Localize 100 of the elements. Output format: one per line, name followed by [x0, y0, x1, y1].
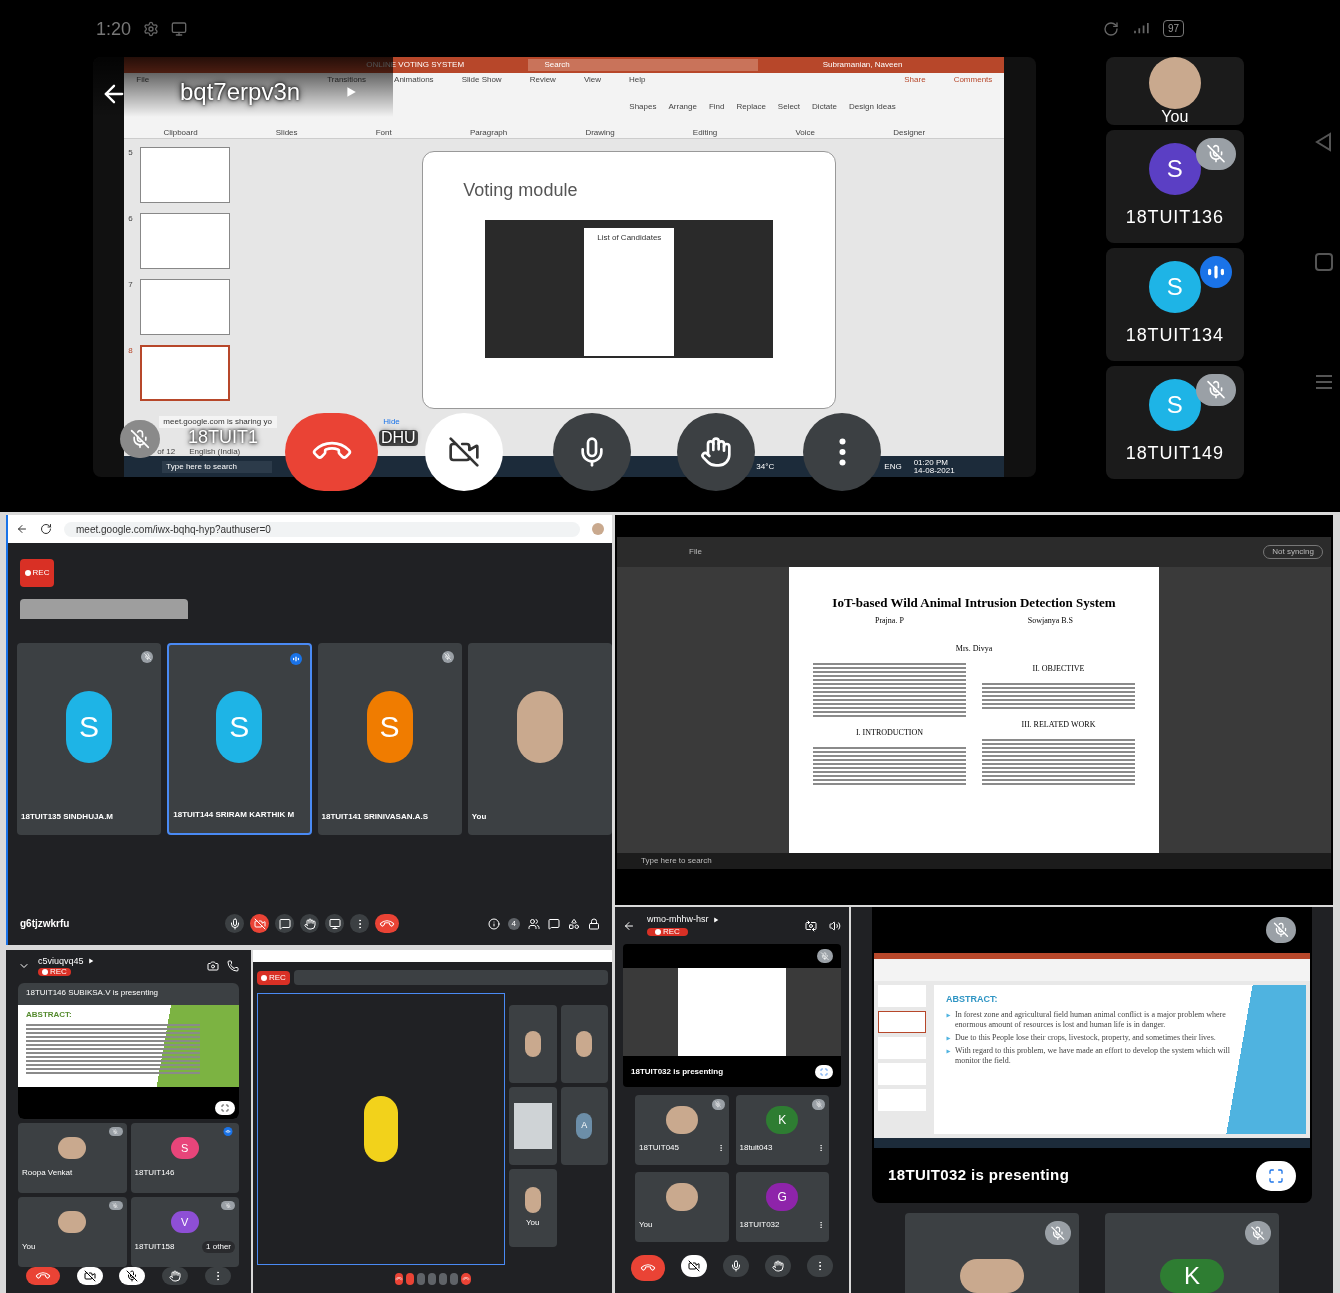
ribbon-tab[interactable]: File [136, 74, 150, 86]
back-icon[interactable] [16, 523, 28, 535]
camera-off-button[interactable] [250, 914, 269, 933]
participant-tile[interactable]: S 18TUIT144 SRIRAM KARTHIK M [167, 643, 312, 835]
ribbon-button[interactable]: Replace [736, 101, 766, 113]
back-arrow-icon[interactable] [623, 919, 635, 932]
search-field[interactable]: Type here to search [162, 460, 273, 473]
chat-icon[interactable] [548, 917, 560, 930]
ribbon-tab[interactable]: Help [629, 74, 646, 86]
participant-tile[interactable] [560, 1005, 608, 1083]
microphone-button[interactable] [225, 914, 244, 933]
captions-button[interactable] [275, 914, 294, 933]
meeting-code[interactable]: wmo-mhhw-hsr [647, 915, 709, 924]
participant-tile[interactable]: You [635, 1172, 729, 1242]
participant-tile[interactable]: You [1105, 57, 1244, 125]
back-triangle-icon[interactable] [1314, 132, 1334, 152]
end-call-button[interactable] [460, 1273, 471, 1285]
ribbon-tab[interactable]: Animations [394, 74, 434, 86]
participant-tile[interactable]: 18TUIT045 [635, 1095, 729, 1165]
info-icon[interactable] [487, 917, 500, 930]
camera-off-button[interactable] [681, 1255, 707, 1277]
participant-tile[interactable] [509, 1005, 557, 1083]
ribbon-button[interactable]: Select [777, 101, 801, 113]
caret-icon[interactable] [87, 958, 94, 965]
camera-off-button[interactable] [76, 1267, 103, 1285]
participant-tile[interactable]: You [18, 1197, 127, 1267]
reload-icon[interactable] [40, 523, 52, 535]
phone-icon[interactable] [227, 960, 239, 973]
end-call-button[interactable] [375, 914, 399, 933]
more-icon[interactable] [817, 1221, 825, 1229]
participant-tile[interactable] [509, 1087, 557, 1165]
participant-tile[interactable]: K [1105, 1213, 1279, 1293]
participant-tile[interactable]: S 18TUIT135 SINDHUJA.M [17, 643, 162, 835]
ribbon-tab[interactable]: Slide Show [461, 74, 502, 86]
share-button[interactable]: Share [904, 74, 926, 86]
ribbon-tab[interactable]: View [583, 74, 602, 86]
slide-bullet: Due to this People lose their crops, livestock, property, and sometimes their lives. [955, 1032, 1217, 1043]
end-call-button[interactable] [26, 1267, 61, 1285]
ribbon-tab[interactable]: Review [529, 74, 556, 86]
slide-thumbnail[interactable] [140, 147, 231, 203]
meeting-code[interactable]: c5viuqvq45 [38, 956, 84, 966]
camera-switch-icon[interactable] [207, 960, 219, 973]
ribbon-button[interactable]: Arrange [668, 101, 697, 113]
participant-tile[interactable]: Roopa Venkat [18, 1123, 127, 1193]
others-badge[interactable]: 1 other [202, 1241, 235, 1253]
recents-lines-icon[interactable] [1314, 372, 1334, 392]
name-label: 18TUIT1 [188, 428, 259, 446]
slide-thumbnail[interactable] [878, 1011, 926, 1033]
participant-name: You [22, 1241, 36, 1253]
participant-tile[interactable]: G 18TUIT032 [735, 1172, 829, 1242]
speaker-icon[interactable] [829, 919, 841, 932]
more-icon[interactable] [817, 1144, 825, 1152]
raise-hand-button[interactable] [300, 914, 319, 933]
home-square-icon[interactable] [1314, 252, 1334, 272]
microphone-button[interactable] [723, 1255, 749, 1277]
activities-icon[interactable] [568, 917, 580, 930]
avatar-photo-placeholder [1148, 57, 1201, 109]
participant-tile[interactable]: S 18TUIT141 SRINIVASAN.A.S [317, 643, 462, 835]
end-call-button[interactable] [285, 413, 378, 491]
participant-tile[interactable]: S 18TUIT149 [1105, 366, 1244, 479]
participant-tile[interactable]: K 18tuit043 [735, 1095, 829, 1165]
fullscreen-button[interactable] [215, 1101, 235, 1115]
ribbon-button[interactable]: Shapes [629, 101, 657, 113]
camera-switch-icon[interactable] [805, 919, 817, 932]
hide-button[interactable]: Hide [383, 416, 400, 428]
ribbon-group-label: Slides [275, 126, 298, 139]
ribbon-button[interactable]: Design Ideas [849, 101, 896, 113]
section-heading: I. INTRODUCTION [855, 727, 924, 740]
caret-icon[interactable] [712, 916, 719, 923]
present-button[interactable] [325, 914, 344, 933]
participant-tile[interactable]: S 18TUIT146 [130, 1123, 239, 1193]
participant-tile[interactable]: S 18TUIT134 [1105, 248, 1244, 361]
ribbon-tab[interactable]: Transitions [327, 74, 367, 86]
more-options-button[interactable] [350, 914, 369, 933]
search-field[interactable]: Type here to search [641, 855, 791, 867]
raise-hand-button[interactable] [162, 1267, 189, 1285]
people-icon[interactable] [528, 917, 540, 930]
fullscreen-button[interactable] [1256, 1160, 1296, 1191]
participant-tile[interactable]: V 18TUIT158 1 other [130, 1197, 239, 1267]
participant-tile[interactable]: S 18TUIT136 [1105, 130, 1244, 243]
fullscreen-button[interactable] [815, 1064, 833, 1079]
status-text: of 12 [157, 446, 176, 458]
lock-icon[interactable] [588, 917, 600, 930]
slide-thumbnail[interactable] [140, 345, 231, 401]
slide-thumbnail[interactable] [140, 213, 231, 269]
participant-tile[interactable]: You [509, 1169, 557, 1247]
raise-hand-button[interactable] [765, 1255, 791, 1277]
end-call-button[interactable] [394, 1273, 403, 1285]
mic-off-button[interactable] [119, 1267, 146, 1285]
participant-tile[interactable]: You [467, 643, 612, 835]
comments-button[interactable]: Comments [953, 74, 993, 86]
main-tile[interactable] [257, 993, 505, 1265]
bullet-icon [946, 1012, 951, 1018]
end-call-button[interactable] [631, 1255, 665, 1281]
address-bar[interactable]: meet.google.com/iwx-bqhq-hyp?authuser=0 [64, 521, 580, 537]
ribbon-button[interactable]: Dictate [812, 101, 837, 113]
ribbon-button[interactable]: Find [708, 101, 725, 113]
participant-tile[interactable] [905, 1213, 1079, 1293]
slide-thumbnail[interactable] [140, 279, 231, 335]
participant-name: 18TUIT144 SRIRAM KARTHIK M [172, 809, 296, 821]
